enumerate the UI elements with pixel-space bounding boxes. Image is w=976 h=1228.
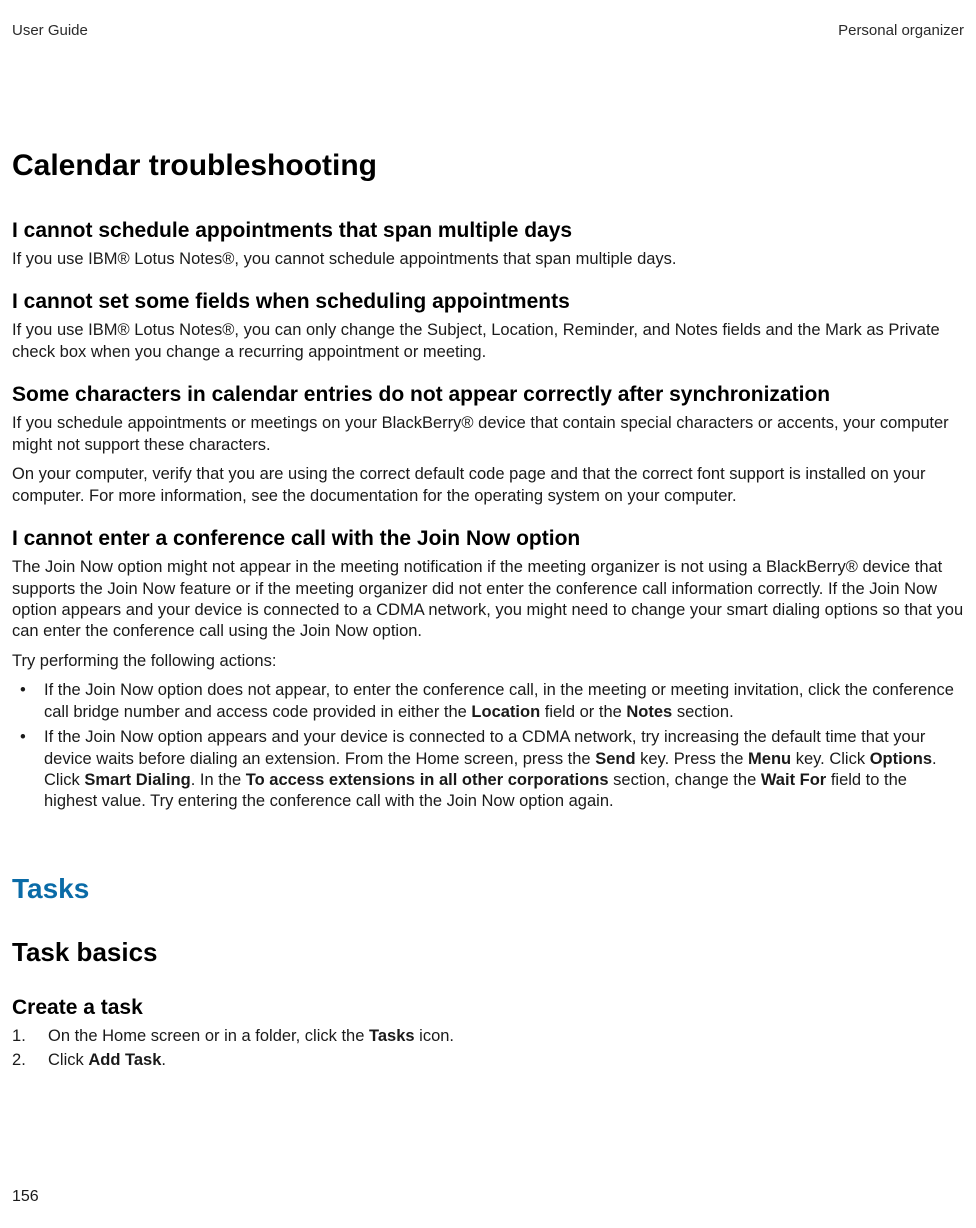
paragraph: If you use IBM® Lotus Notes®, you cannot… bbox=[12, 249, 964, 270]
numbered-steps: On the Home screen or in a folder, click… bbox=[12, 1025, 964, 1072]
bold-text: Send bbox=[595, 750, 635, 768]
list-item: On the Home screen or in a folder, click… bbox=[12, 1025, 964, 1047]
heading-join-now: I cannot enter a conference call with th… bbox=[12, 527, 964, 551]
list-item: If the Join Now option does not appear, … bbox=[12, 680, 964, 723]
list-item: Click Add Task. bbox=[12, 1049, 964, 1071]
heading-task-basics: Task basics bbox=[12, 937, 964, 968]
text-run: Click bbox=[48, 1051, 88, 1069]
paragraph: Try performing the following actions: bbox=[12, 651, 964, 672]
header-right: Personal organizer bbox=[838, 22, 964, 39]
text-run: section, change the bbox=[609, 771, 761, 789]
heading-cannot-set-fields: I cannot set some fields when scheduling… bbox=[12, 290, 964, 314]
heading-create-task: Create a task bbox=[12, 996, 964, 1020]
section-title-tasks: Tasks bbox=[12, 873, 964, 905]
bold-text: Location bbox=[471, 703, 540, 721]
paragraph: On your computer, verify that you are us… bbox=[12, 464, 964, 507]
list-item: If the Join Now option appears and your … bbox=[12, 727, 964, 813]
text-run: On the Home screen or in a folder, click… bbox=[48, 1027, 369, 1045]
bold-text: Wait For bbox=[761, 771, 826, 789]
bold-text: Tasks bbox=[369, 1027, 415, 1045]
page-number: 156 bbox=[12, 1188, 39, 1206]
text-run: . bbox=[161, 1051, 166, 1069]
bullet-list: If the Join Now option does not appear, … bbox=[12, 680, 964, 813]
bold-text: Smart Dialing bbox=[84, 771, 190, 789]
text-run: field or the bbox=[540, 703, 626, 721]
heading-characters-not-correct: Some characters in calendar entries do n… bbox=[12, 383, 964, 407]
bold-text: Menu bbox=[748, 750, 791, 768]
text-run: key. Press the bbox=[636, 750, 749, 768]
page-title: Calendar troubleshooting bbox=[12, 149, 964, 183]
bold-text: Notes bbox=[626, 703, 672, 721]
text-run: . In the bbox=[191, 771, 246, 789]
page-header: User Guide Personal organizer bbox=[12, 22, 964, 39]
text-run: icon. bbox=[415, 1027, 454, 1045]
bold-text: Add Task bbox=[88, 1051, 161, 1069]
bold-text: To access extensions in all other corpor… bbox=[246, 771, 609, 789]
text-run: section. bbox=[672, 703, 733, 721]
heading-cannot-schedule-multi-day: I cannot schedule appointments that span… bbox=[12, 219, 964, 243]
paragraph: The Join Now option might not appear in … bbox=[12, 557, 964, 643]
text-run: key. Click bbox=[791, 750, 870, 768]
paragraph: If you schedule appointments or meetings… bbox=[12, 413, 964, 456]
bold-text: Options bbox=[870, 750, 932, 768]
header-left: User Guide bbox=[12, 22, 88, 39]
paragraph: If you use IBM® Lotus Notes®, you can on… bbox=[12, 320, 964, 363]
